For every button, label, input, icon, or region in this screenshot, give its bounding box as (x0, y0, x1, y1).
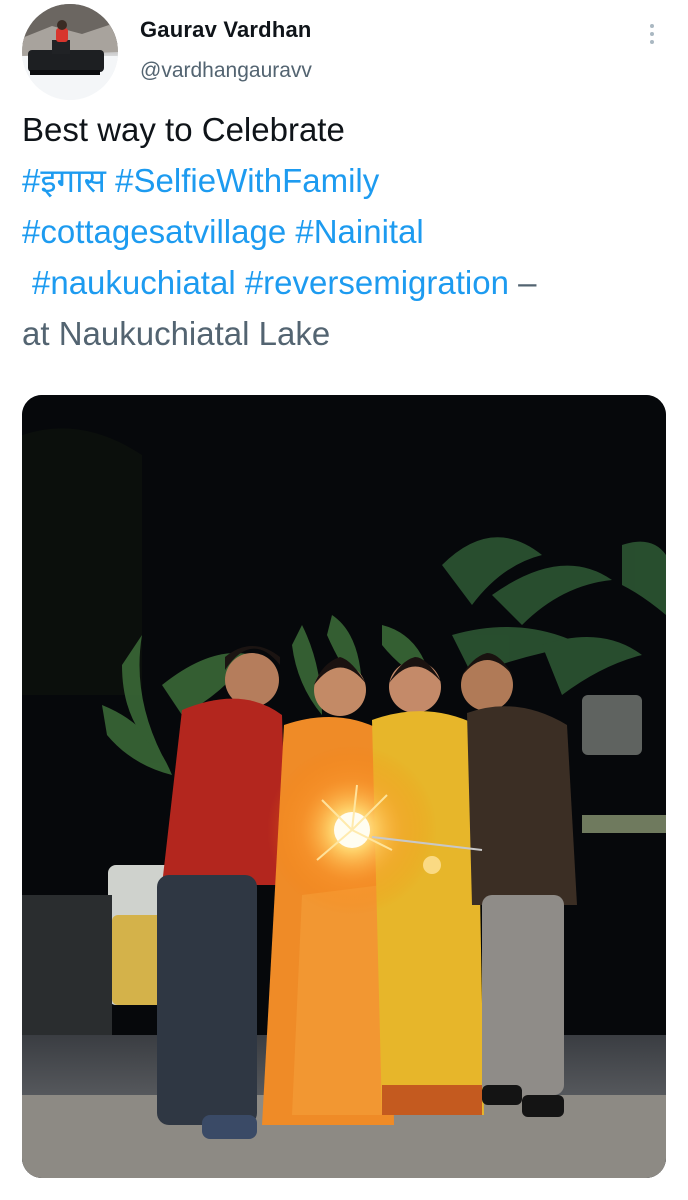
tweet-text-line: #naukuchiatal #reversemigration – (22, 257, 662, 308)
tweet-card: Gaurav Vardhan @vardhangauravv Best way … (0, 0, 688, 1200)
hashtag-link[interactable]: #Nainital (295, 213, 423, 250)
author-name[interactable]: Gaurav Vardhan (140, 17, 312, 43)
hashtag-link[interactable]: #इगास (22, 162, 106, 199)
more-dot (650, 40, 654, 44)
more-vertical-icon[interactable] (638, 14, 666, 54)
tweet-text-line: Best way to Celebrate (22, 111, 345, 148)
hashtag-link[interactable]: #reversemigration (245, 264, 509, 301)
tweet-text-line: #इगास #SelfieWithFamily (22, 155, 662, 206)
location-link[interactable]: at Naukuchiatal Lake (22, 308, 662, 359)
more-dot (650, 24, 654, 28)
hashtag-link[interactable]: #cottagesatvillage (22, 213, 286, 250)
tweet-photo[interactable] (22, 395, 666, 1178)
more-dot (650, 32, 654, 36)
author-handle[interactable]: @vardhangauravv (140, 59, 312, 83)
tweet-text: Best way to Celebrate #इगास #SelfieWithF… (22, 104, 662, 359)
family-selfie-image (22, 395, 666, 1178)
hashtag-link[interactable]: #naukuchiatal (32, 264, 236, 301)
location-separator: – (508, 264, 537, 301)
hashtag-link[interactable]: #SelfieWithFamily (115, 162, 379, 199)
avatar[interactable] (22, 4, 118, 100)
avatar-snowmobile-picture (22, 4, 118, 100)
tweet-text-line: #cottagesatvillage #Nainital (22, 206, 662, 257)
